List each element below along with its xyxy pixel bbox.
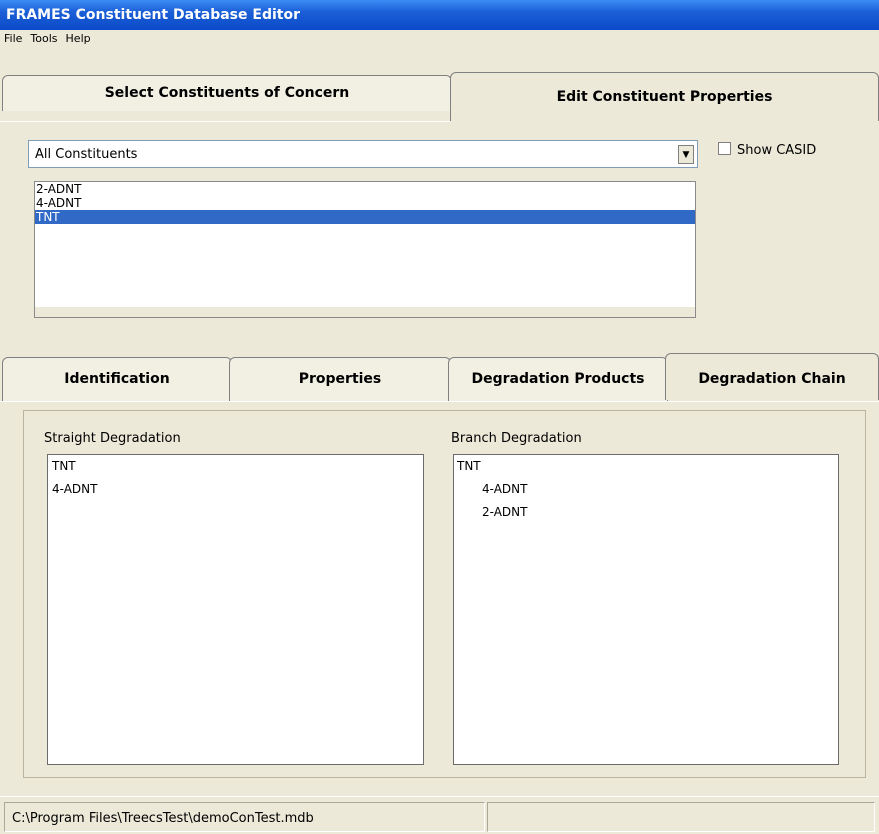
- straight-degradation-label: Straight Degradation: [44, 431, 181, 446]
- top-tab-strip: Select Constituents of Concern Edit Cons…: [0, 48, 879, 122]
- tree-child-node[interactable]: 4-ADNT: [482, 482, 527, 496]
- menu-file[interactable]: File: [0, 30, 26, 45]
- status-path: C:\Program Files\TreecsTest\demoConTest.…: [12, 811, 314, 826]
- menu-tools[interactable]: Tools: [26, 30, 61, 45]
- tab-label: Edit Constituent Properties: [556, 89, 773, 105]
- show-casid-label: Show CASID: [737, 143, 817, 158]
- status-bar: C:\Program Files\TreecsTest\demoConTest.…: [0, 796, 879, 834]
- branch-degradation-tree[interactable]: TNT 4-ADNT 2-ADNT: [453, 454, 839, 765]
- list-item-selected[interactable]: TNT: [35, 210, 695, 224]
- list-item[interactable]: 2-ADNT: [35, 182, 695, 196]
- tree-child-node[interactable]: 2-ADNT: [482, 505, 527, 519]
- tree-root-node[interactable]: TNT: [457, 459, 481, 473]
- tab-degradation-chain[interactable]: Degradation Chain: [665, 353, 879, 400]
- menu-help[interactable]: Help: [62, 30, 95, 45]
- list-item[interactable]: 4-ADNT: [52, 482, 97, 496]
- constituent-list[interactable]: 2-ADNT 4-ADNT TNT: [34, 181, 696, 318]
- title-bar[interactable]: FRAMES Constituent Database Editor: [0, 0, 879, 30]
- checkbox-box[interactable]: [718, 142, 731, 155]
- constituent-filter-select[interactable]: All Constituents ▼: [28, 140, 698, 168]
- filter-value: All Constituents: [35, 147, 138, 162]
- list-scroll-strip: [35, 307, 695, 317]
- status-right-cell: [487, 802, 875, 832]
- branch-degradation-label: Branch Degradation: [451, 431, 582, 446]
- tab-identification[interactable]: Identification: [2, 357, 232, 401]
- show-casid-checkbox[interactable]: Show CASID: [718, 142, 816, 158]
- straight-degradation-list[interactable]: TNT 4-ADNT: [47, 454, 424, 765]
- chevron-down-icon[interactable]: ▼: [678, 145, 694, 164]
- tab-label: Degradation Products: [471, 371, 645, 387]
- list-item[interactable]: TNT: [52, 459, 76, 473]
- tab-edit-properties[interactable]: Edit Constituent Properties: [450, 72, 879, 121]
- window-title: FRAMES Constituent Database Editor: [6, 7, 300, 23]
- tab-label: Properties: [298, 371, 382, 387]
- tab-degradation-products[interactable]: Degradation Products: [448, 357, 668, 401]
- tab-properties[interactable]: Properties: [229, 357, 451, 401]
- tab-select-constituents[interactable]: Select Constituents of Concern: [2, 75, 452, 111]
- tab-panel-edge: [0, 121, 450, 122]
- status-path-cell: C:\Program Files\TreecsTest\demoConTest.…: [4, 802, 485, 832]
- list-item[interactable]: 4-ADNT: [35, 196, 695, 210]
- bottom-tab-strip: Identification Properties Degradation Pr…: [0, 353, 879, 401]
- tab-label: Select Constituents of Concern: [104, 85, 350, 101]
- app-window: FRAMES Constituent Database Editor File T…: [0, 0, 879, 834]
- menu-bar: File Tools Help: [0, 30, 879, 48]
- tab-label: Degradation Chain: [698, 371, 846, 387]
- tab-label: Identification: [64, 371, 170, 387]
